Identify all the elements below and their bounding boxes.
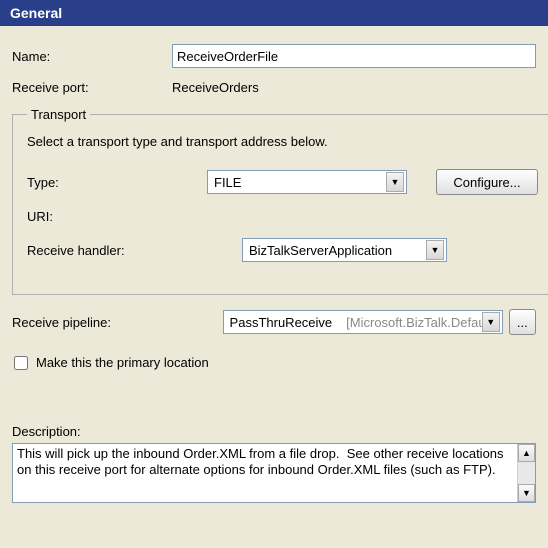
type-label: Type: [27, 175, 207, 190]
name-label: Name: [12, 49, 172, 64]
type-row: Type: FILE ▼ Configure... [27, 169, 547, 195]
header-title: General [10, 5, 62, 21]
configure-button[interactable]: Configure... [436, 169, 537, 195]
description-label: Description: [12, 424, 536, 439]
handler-row: Receive handler: BizTalkServerApplicatio… [27, 238, 547, 262]
chevron-down-icon[interactable]: ▼ [386, 172, 404, 192]
pipeline-ellipsis-button[interactable]: ... [509, 309, 536, 335]
pipeline-value: PassThruReceive [230, 315, 333, 330]
handler-select[interactable]: BizTalkServerApplication ▼ [242, 238, 447, 262]
description-box: ▲ ▼ [12, 443, 536, 503]
pipeline-label: Receive pipeline: [12, 315, 223, 330]
receive-port-row: Receive port: ReceiveOrders [12, 78, 536, 97]
handler-label: Receive handler: [27, 243, 207, 258]
pipeline-detail: [Microsoft.BizTalk.Defau [346, 315, 482, 330]
description-textarea[interactable] [13, 444, 517, 502]
primary-location-row: Make this the primary location [12, 355, 536, 370]
receive-port-label: Receive port: [12, 80, 172, 95]
chevron-down-icon[interactable]: ▼ [482, 312, 500, 332]
header-bar: General [0, 0, 548, 26]
type-select[interactable]: FILE ▼ [207, 170, 407, 194]
description-scrollbar[interactable]: ▲ ▼ [517, 444, 535, 502]
transport-group: Transport Select a transport type and tr… [12, 107, 548, 295]
scroll-up-icon[interactable]: ▲ [518, 444, 535, 462]
pipeline-row: Receive pipeline: PassThruReceive [Micro… [12, 309, 536, 335]
receive-port-value: ReceiveOrders [172, 78, 536, 97]
primary-location-checkbox[interactable] [14, 356, 28, 370]
uri-row: URI: [27, 209, 547, 224]
type-select-value: FILE [214, 175, 241, 190]
primary-location-label: Make this the primary location [36, 355, 209, 370]
name-row: Name: [12, 44, 536, 68]
uri-label: URI: [27, 209, 207, 224]
scroll-down-icon[interactable]: ▼ [518, 484, 535, 502]
transport-legend: Transport [27, 107, 90, 122]
name-input[interactable] [172, 44, 536, 68]
chevron-down-icon[interactable]: ▼ [426, 240, 444, 260]
handler-select-value: BizTalkServerApplication [249, 243, 392, 258]
pipeline-select[interactable]: PassThruReceive [Microsoft.BizTalk.Defau… [223, 310, 503, 334]
general-panel: Name: Receive port: ReceiveOrders Transp… [0, 26, 548, 507]
transport-instruction: Select a transport type and transport ad… [27, 134, 547, 149]
